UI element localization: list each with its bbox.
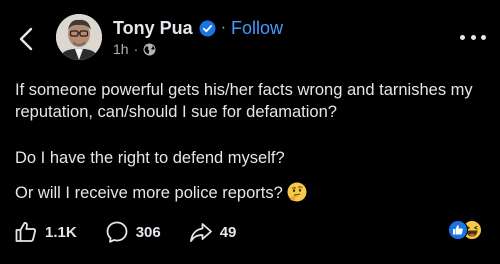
author-row: Tony Pua · Follow [113,15,283,41]
like-reaction-icon [448,220,468,240]
follow-button[interactable]: Follow [231,18,283,39]
author-name[interactable]: Tony Pua [113,18,193,39]
like-count: 1.1K [45,223,77,241]
dot-icon [481,34,486,40]
post-time[interactable]: 1h [113,41,129,57]
globe-icon [143,43,156,56]
comment-button[interactable]: 306 [105,220,161,244]
share-count: 49 [219,223,237,241]
back-button[interactable] [14,26,38,52]
header-separator-dot: · [220,19,227,36]
reaction-summary[interactable] [448,220,484,242]
action-bar: 1.1K 306 49 [14,220,236,244]
meta-separator: · [133,41,139,57]
more-options-button[interactable] [460,30,486,44]
dot-icon [470,34,476,40]
share-button[interactable]: 49 [189,220,237,244]
like-button[interactable]: 1.1K [14,220,77,244]
thinking-face-emoji [287,182,307,202]
post-screen: Tony Pua · Follow 1h · If someone powerf… [0,0,500,264]
post-paragraph-3-text: Or will I receive more police reports? [15,184,283,202]
post-paragraph-1: If someone powerful gets his/her facts w… [15,81,473,121]
profile-photo [56,14,102,60]
post-meta: 1h · [113,40,156,58]
chevron-left-icon [19,27,33,51]
avatar[interactable] [56,14,102,60]
verified-badge-icon [199,20,216,37]
post-paragraph-3: Or will I receive more police reports? [15,182,495,204]
share-arrow-icon [189,220,213,244]
thumbs-up-icon [14,220,38,244]
comment-count: 306 [135,223,161,241]
comment-icon [105,220,129,244]
post-paragraph-2: Do I have the right to defend myself? [15,149,285,167]
dot-icon [460,34,465,40]
